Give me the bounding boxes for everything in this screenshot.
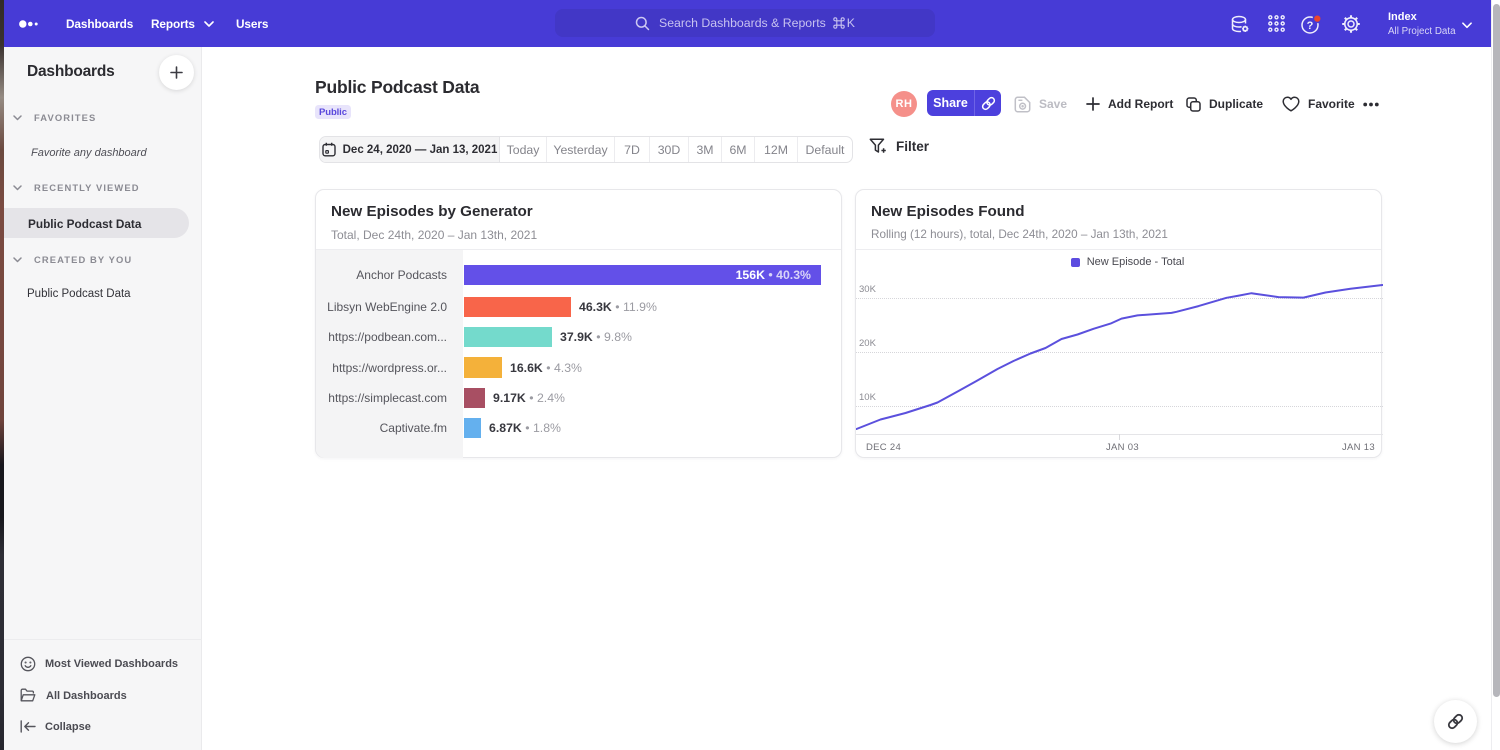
- svg-text:?: ?: [1307, 20, 1314, 32]
